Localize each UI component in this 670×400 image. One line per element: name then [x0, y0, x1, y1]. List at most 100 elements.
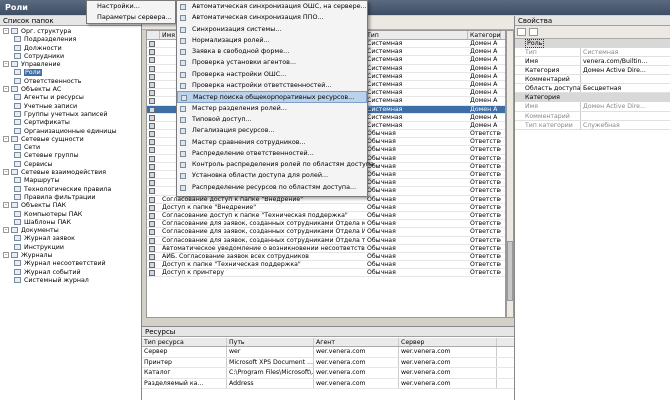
- property-category-category[interactable]: Категория: [515, 93, 670, 103]
- tree-item[interactable]: Учетные записи: [3, 102, 141, 111]
- menu-item[interactable]: Синхронизация системы...: [177, 24, 367, 35]
- tree-item[interactable]: - Документы: [3, 227, 141, 235]
- table-row[interactable]: Согласование доступ к папке "Техническая…: [147, 212, 505, 221]
- tree-item[interactable]: Группы учетных записей: [3, 110, 141, 119]
- tree-item[interactable]: Маршруты: [3, 177, 141, 185]
- tree-item[interactable]: Журнал событий: [3, 268, 141, 277]
- tree-item[interactable]: Журнал заявок: [3, 235, 141, 243]
- table-row[interactable]: Автоматическое уведомление о возникновен…: [147, 245, 505, 253]
- col-header-resource-type[interactable]: Тип ресурса: [142, 338, 227, 346]
- col-header-agent[interactable]: Агент: [314, 338, 399, 346]
- menu-item[interactable]: Автоматическая синхронизация ОШС, на сер…: [177, 1, 367, 12]
- tree-item[interactable]: - Сетевые взаимодействия: [3, 169, 141, 177]
- table-row[interactable]: Согласование для заявок, созданных сотру…: [147, 228, 505, 237]
- table-row[interactable]: Доступ к принтеру Обычная Ответствен: [147, 269, 505, 278]
- table-row[interactable]: Согласование для заявок, созданных сотру…: [147, 237, 505, 245]
- expand-toggle-icon[interactable]: -: [3, 135, 9, 142]
- tree-item[interactable]: Шаблоны ПАК: [3, 218, 141, 227]
- property-row[interactable]: Имя venera.com/Builtin...: [515, 57, 670, 67]
- tree-item[interactable]: Ответственность: [3, 77, 141, 86]
- menu-item[interactable]: Проверка настройки ответственностей...: [177, 80, 367, 91]
- expand-toggle-icon[interactable]: -: [3, 227, 9, 234]
- menu-item[interactable]: Легализация ресурсов...: [177, 125, 367, 136]
- tree-item[interactable]: - Сетевые сущности: [3, 135, 141, 144]
- resource-row[interactable]: Сервер wer wer.venera.com wer.venera.com: [142, 347, 514, 358]
- col-header-server[interactable]: Сервер: [399, 338, 497, 346]
- property-row[interactable]: Тип Системная: [515, 48, 670, 58]
- property-row[interactable]: Область доступа Бесцветная: [515, 84, 670, 94]
- resource-type: Разделяемый ка...: [142, 378, 227, 388]
- tree-item[interactable]: Должности: [3, 44, 141, 53]
- col-header-category[interactable]: Категория: [468, 31, 501, 39]
- menu-item-label: Проверка настройки ответственностей...: [192, 81, 332, 90]
- tree-item[interactable]: Сервисы: [3, 160, 141, 169]
- row-icon-cell: [147, 228, 160, 236]
- tree-item[interactable]: Сотрудники: [3, 52, 141, 61]
- role-category: Ответствен: [470, 138, 501, 146]
- menu-item[interactable]: Контроль распределения ролей по областям…: [177, 159, 380, 170]
- table-row[interactable]: Согласование для заявок, созданных сотру…: [147, 220, 505, 229]
- tree-item[interactable]: Инструкции: [3, 243, 141, 252]
- scrollbar-thumb[interactable]: [507, 241, 513, 301]
- expand-toggle-icon[interactable]: -: [3, 252, 9, 259]
- expand-toggle-icon[interactable]: -: [3, 169, 9, 176]
- tree-item[interactable]: Подразделения: [3, 36, 141, 44]
- property-row[interactable]: Комментарий: [515, 111, 670, 121]
- expand-toggle-icon[interactable]: -: [3, 202, 9, 209]
- resource-row[interactable]: Разделяемый ка... Address wer.venera.com we…: [142, 378, 514, 389]
- property-row[interactable]: Категория Домен Active Dire...: [515, 66, 670, 76]
- menu-item[interactable]: Заявка в свободной форме...: [177, 46, 367, 57]
- tree-item[interactable]: Системный журнал: [3, 276, 141, 285]
- tree-item[interactable]: Сетевые группы: [3, 152, 141, 160]
- menu-item[interactable]: Проверка настройки ОШС...: [177, 69, 367, 80]
- col-header-type[interactable]: Тип: [365, 31, 468, 39]
- tree-item[interactable]: Сети: [3, 144, 141, 152]
- tree-item[interactable]: Правила фильтрации: [3, 193, 141, 202]
- tree-item[interactable]: - Объекты АС: [3, 86, 141, 94]
- tree-item[interactable]: - Объекты ПАК: [3, 202, 141, 210]
- col-header-path[interactable]: Путь: [227, 338, 314, 346]
- tree-item[interactable]: Роли: [3, 69, 141, 77]
- resource-row[interactable]: Каталог C:\Program Files\Microsoft\... wer…: [142, 368, 514, 379]
- tree-item[interactable]: Сертификаты: [3, 119, 141, 127]
- menu-item[interactable]: Нормализация ролей...: [177, 35, 367, 46]
- alphabetical-sort-icon[interactable]: [529, 28, 539, 36]
- menu-item[interactable]: Мастер сравнения сотрудников...: [177, 137, 367, 148]
- property-row[interactable]: Тип категории Служебная: [515, 120, 670, 130]
- tree-item[interactable]: Агенты и ресурсы: [3, 94, 141, 102]
- expand-toggle-icon[interactable]: -: [3, 28, 9, 34]
- table-row[interactable]: АИБ. Согласование заявок всех сотруднико…: [147, 253, 505, 262]
- grid-scrollbar[interactable]: [506, 30, 514, 318]
- categorized-sort-icon[interactable]: [517, 28, 526, 36]
- menu-item[interactable]: Проверка установки агентов...: [177, 57, 367, 68]
- resource-row[interactable]: Принтер Microsoft XPS Document ... wer.ven…: [142, 357, 514, 368]
- menu-item[interactable]: Распределение ответственностей...: [177, 148, 367, 159]
- tree-item[interactable]: - Управление: [3, 61, 141, 69]
- folder-icon: [14, 127, 21, 134]
- tree-item[interactable]: Организационные единицы: [3, 127, 141, 136]
- property-row[interactable]: Имя Домен Active Dire...: [515, 102, 670, 112]
- menu-item[interactable]: Распределение ресурсов по областям досту…: [177, 182, 367, 193]
- menu-item-server-params[interactable]: Параметры сервера...: [87, 12, 175, 23]
- col-header-icon[interactable]: [147, 31, 160, 39]
- tree-item[interactable]: Компьютеры ПАК: [3, 210, 141, 219]
- properties-toolbar: [515, 26, 670, 39]
- expand-toggle-icon[interactable]: -: [3, 61, 9, 68]
- table-row[interactable]: Доступ к папке "Техническая поддержка" Об…: [147, 261, 505, 270]
- table-row[interactable]: Доступ к папке "Внедрение" Обычная Ответст…: [147, 204, 505, 212]
- row-icon-cell: [147, 40, 160, 47]
- menu-item[interactable]: Установка области доступа для ролей...: [177, 170, 367, 181]
- menu-item[interactable]: Автоматическая синхронизация ППО...: [177, 12, 367, 23]
- menu-item[interactable]: Мастер разделения ролей...: [177, 103, 367, 114]
- menu-item-settings[interactable]: Настройки...: [87, 1, 175, 12]
- menu-item[interactable]: Типовой доступ...: [177, 114, 367, 125]
- menu-item[interactable]: Мастер поиска общекорпоративных ресурсов…: [177, 91, 367, 103]
- expand-toggle-icon[interactable]: -: [3, 86, 9, 93]
- role-type: Обычная: [367, 244, 396, 252]
- tree-item[interactable]: Технологические правила: [3, 185, 141, 194]
- property-row[interactable]: Комментарий: [515, 75, 670, 85]
- tree-item[interactable]: Журнал несоответствий: [3, 260, 141, 268]
- row-icon-cell: [147, 204, 160, 211]
- property-category-role[interactable]: Роль: [515, 39, 670, 48]
- tree-item[interactable]: - Орг. структура: [3, 28, 141, 36]
